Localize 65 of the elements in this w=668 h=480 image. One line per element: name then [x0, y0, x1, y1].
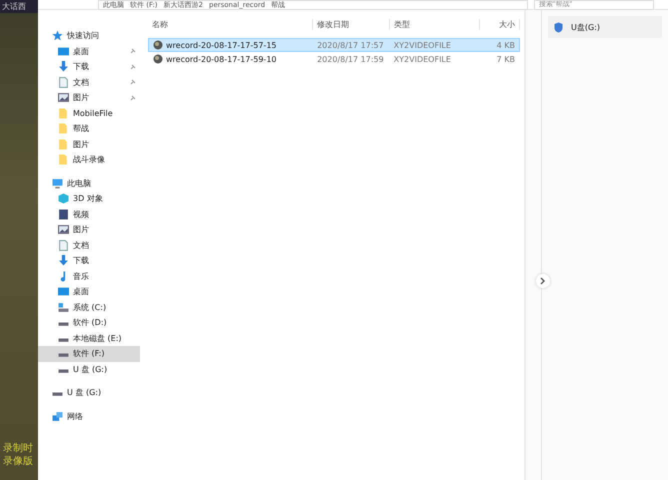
folder-icon [58, 108, 69, 119]
nav-item[interactable]: 网络 [38, 408, 140, 424]
nav-item[interactable]: 软件 (F:) [38, 346, 140, 362]
column-header[interactable]: 类型 [390, 18, 480, 30]
picture-icon [58, 92, 69, 104]
nav-item[interactable]: 桌面 [38, 44, 140, 59]
nav-item[interactable]: 帮战 [38, 121, 140, 136]
desktop-icon [58, 286, 69, 298]
table-cell-text: XY2VIDEOFILE [392, 40, 452, 50]
computer-icon [52, 178, 63, 189]
nav-item[interactable]: 下载 [38, 59, 140, 74]
document-icon [58, 76, 69, 88]
nav-item[interactable]: 此电脑 [38, 176, 140, 191]
desktop-icon [58, 46, 69, 57]
table-cell-text: 2020/8/17 17:59 [316, 54, 385, 64]
folder-icon [58, 138, 69, 150]
file-name: wrecord-20-08-17-17-59-10 [166, 54, 276, 64]
app-title: 大话西 [0, 0, 38, 13]
file-thumbnail-icon [153, 54, 163, 64]
cube-icon [58, 193, 69, 204]
nav-item[interactable]: 图片 [38, 136, 140, 152]
drive-entry[interactable]: U盘(G:) [548, 16, 662, 38]
nav-item[interactable]: 文档 [38, 238, 140, 253]
nav-item[interactable]: U 盘 (G:) [38, 385, 140, 400]
nav-item[interactable]: MobileFile [38, 106, 140, 121]
column-header[interactable]: 修改日期 [313, 18, 390, 30]
nav-item[interactable]: 音乐 [38, 268, 140, 284]
nav-item[interactable]: 战斗录像 [38, 152, 140, 168]
download-arrow-icon [58, 255, 69, 266]
overlay-caption: 录像版 [3, 455, 34, 468]
star-icon [52, 30, 63, 42]
nav-item[interactable]: U 盘 (G:) [38, 362, 140, 377]
folder-icon [58, 123, 69, 134]
file-name: wrecord-20-08-17-17-57-15 [166, 40, 276, 50]
nav-item[interactable]: 视频 [38, 206, 140, 222]
document-icon [58, 240, 69, 251]
expand-pane-button[interactable] [536, 274, 550, 288]
picture-icon [58, 224, 69, 236]
nav-item[interactable]: 本地磁盘 (E:) [38, 330, 140, 346]
column-header[interactable]: 大小 [480, 18, 520, 30]
table-cell-text: XY2VIDEOFILE [392, 54, 452, 64]
nav-item[interactable]: 系统 (C:) [38, 300, 140, 315]
chevron-right-icon [540, 277, 546, 285]
file-row[interactable]: wrecord-20-08-17-17-57-15 2020/8/17 17:57 XY2VIDEOFILE 4 KB [148, 38, 520, 52]
nav-item[interactable]: 图片 [38, 222, 140, 238]
nav-item[interactable]: 文档 [38, 74, 140, 90]
overlay-caption: 录制时 [3, 442, 34, 455]
column-header[interactable]: 名称 [148, 18, 313, 30]
nav-item[interactable]: 快速访问 [38, 28, 140, 44]
nav-item[interactable]: 软件 (D:) [38, 315, 140, 330]
nav-item[interactable]: 图片 [38, 90, 140, 106]
system-drive-icon [58, 302, 69, 313]
table-cell-text: 4 KB [496, 40, 516, 50]
network-icon [52, 410, 63, 422]
shield-icon [554, 22, 563, 32]
table-cell-text: 7 KB [496, 54, 516, 64]
nav-item[interactable]: 下载 [38, 253, 140, 268]
download-arrow-icon [58, 61, 69, 72]
table-cell-text: 2020/8/17 17:57 [316, 40, 385, 50]
nav-item[interactable]: 3D 对象 [38, 191, 140, 206]
film-icon [58, 208, 69, 220]
nav-item[interactable]: 桌面 [38, 284, 140, 300]
file-thumbnail-icon [153, 40, 163, 50]
file-row[interactable]: wrecord-20-08-17-17-59-10 2020/8/17 17:59 XY2VIDEOFILE 7 KB [148, 52, 520, 66]
folder-icon [58, 154, 69, 166]
